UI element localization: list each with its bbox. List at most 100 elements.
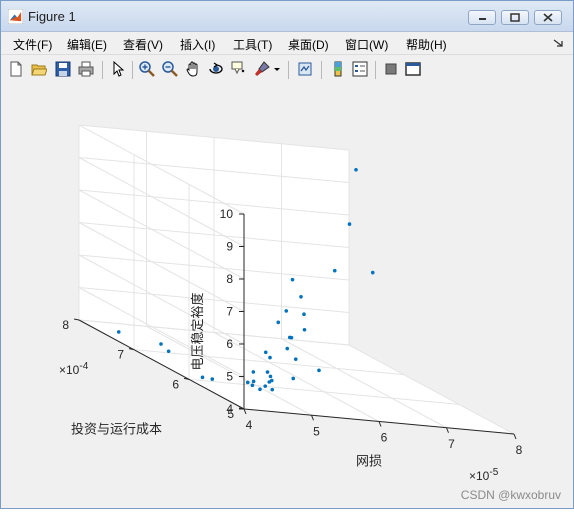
zoom-in-icon[interactable]	[139, 61, 155, 77]
menu-overflow-icon[interactable]	[553, 38, 563, 48]
x-exponent-label: ×10-5	[469, 467, 499, 483]
data-point	[332, 268, 337, 273]
toolbar-separator	[102, 61, 103, 79]
z-tick-label: 5	[226, 370, 233, 384]
toolbar-separator	[321, 61, 322, 79]
data-point	[263, 350, 268, 355]
matlab-logo-icon	[8, 9, 23, 24]
data-point	[267, 380, 272, 384]
x-tick-label: 5	[313, 424, 320, 438]
maximize-button[interactable]	[501, 10, 529, 25]
close-icon	[543, 13, 553, 22]
toolbar	[1, 54, 573, 85]
link-plot-icon[interactable]	[297, 61, 313, 77]
toolbar-separator	[375, 61, 376, 79]
pointer-icon[interactable]	[110, 61, 126, 77]
minimize-button[interactable]	[468, 10, 496, 25]
z-tick-label: 7	[226, 305, 233, 319]
data-point	[263, 384, 268, 388]
data-point	[276, 320, 281, 325]
toolbar-separator	[288, 61, 289, 79]
x-axis-label: 网损	[356, 454, 382, 469]
colorbar-icon[interactable]	[330, 61, 346, 77]
data-point	[210, 377, 215, 381]
x-tick	[446, 427, 449, 433]
menu-edit[interactable]: 编辑(E)	[67, 36, 107, 53]
rotate-3d-icon[interactable]	[208, 61, 224, 77]
menu-file[interactable]: 文件(F)	[13, 36, 52, 53]
x-tick-label: 7	[448, 437, 455, 451]
close-button[interactable]	[534, 10, 562, 25]
data-point	[354, 167, 358, 172]
figure-window: Figure 1 文件(F) 编辑(E) 查看(V) 插入(I) 工具(T) 桌…	[0, 0, 574, 509]
data-point	[116, 330, 121, 334]
data-point	[159, 342, 163, 346]
hide-tools-icon[interactable]	[383, 61, 399, 77]
menu-desktop[interactable]: 桌面(D)	[288, 36, 329, 53]
data-point	[268, 355, 272, 360]
brush-icon[interactable]	[254, 61, 270, 77]
data-point	[284, 309, 289, 313]
title-bar: Figure 1	[1, 1, 573, 32]
scatter-3d-chart[interactable]: 4 5 6 7 8567845678910×10-5×10-4网损投资与运行成本电压稳定…	[1, 84, 573, 508]
menu-help[interactable]: 帮助(H)	[406, 36, 447, 53]
pan-icon[interactable]	[185, 61, 201, 77]
x-tick	[243, 408, 247, 415]
data-point	[245, 380, 250, 385]
data-point	[347, 222, 352, 226]
y-tick-label: 6	[172, 377, 179, 391]
save-icon[interactable]	[55, 61, 71, 77]
toolbar-separator	[132, 61, 133, 79]
dock-icon[interactable]	[405, 61, 421, 77]
data-point	[370, 270, 375, 275]
data-point	[251, 370, 256, 374]
print-icon[interactable]	[78, 61, 94, 77]
data-point	[317, 368, 321, 373]
data-cursor-icon[interactable]	[231, 61, 247, 77]
data-point	[290, 277, 295, 282]
data-point	[285, 346, 290, 351]
menu-window[interactable]: 窗口(W)	[345, 36, 388, 53]
menu-tools[interactable]: 工具(T)	[233, 36, 272, 53]
zoom-out-icon[interactable]	[162, 61, 178, 77]
data-point	[270, 387, 275, 392]
menu-insert[interactable]: 插入(I)	[180, 36, 215, 53]
data-point	[268, 374, 273, 379]
y-exponent-label: ×10-4	[59, 361, 89, 377]
data-point	[302, 312, 306, 316]
open-folder-icon[interactable]	[31, 61, 47, 77]
data-point	[251, 379, 256, 384]
menu-view[interactable]: 查看(V)	[123, 36, 163, 53]
y-tick-label: 8	[62, 318, 69, 332]
watermark: CSDN @kwxobruv	[460, 488, 561, 502]
data-point	[302, 327, 307, 332]
dropdown-arrow-icon[interactable]	[273, 61, 281, 77]
plot-area[interactable]: 4 5 6 7 8 5 6 7 8 4 5 6 7 8 9 10 ×10-5 ×10-4 网损 投资与运行成本 电压稳定…	[1, 84, 573, 508]
new-file-icon[interactable]	[8, 61, 24, 77]
y-tick-label: 7	[117, 348, 124, 362]
z-axis-label: 电压稳定裕度	[190, 292, 205, 370]
menu-bar: 文件(F) 编辑(E) 查看(V) 插入(I) 工具(T) 桌面(D) 窗口(W…	[1, 32, 573, 54]
maximize-icon	[510, 13, 520, 22]
data-point	[200, 375, 205, 380]
z-tick-label: 9	[226, 240, 233, 254]
legend-icon[interactable]	[352, 61, 368, 77]
data-point	[166, 349, 171, 354]
z-tick-label: 6	[226, 337, 233, 351]
x-tick-label: 4	[246, 418, 253, 432]
data-point	[291, 376, 296, 381]
data-point	[299, 295, 303, 299]
y-tick	[73, 318, 80, 321]
data-point	[293, 357, 298, 361]
minimize-icon	[479, 18, 486, 20]
x-tick	[378, 421, 382, 427]
x-tick	[311, 415, 314, 421]
z-tick-label: 4	[226, 402, 233, 416]
z-tick-label: 10	[220, 207, 234, 221]
z-tick-label: 8	[226, 272, 233, 286]
x-tick-label: 6	[381, 431, 388, 445]
x-tick-label: 8	[516, 443, 523, 457]
data-point	[250, 383, 255, 388]
data-point	[265, 370, 270, 374]
y-axis-label: 投资与运行成本	[71, 422, 162, 437]
